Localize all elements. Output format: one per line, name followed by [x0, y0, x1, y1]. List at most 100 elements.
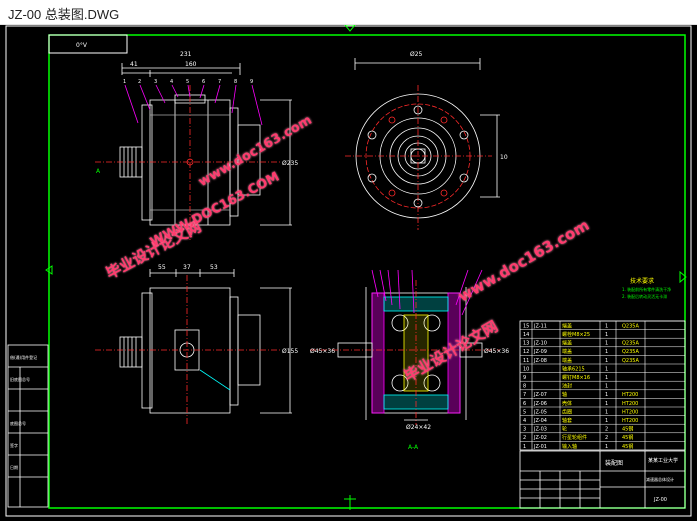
- inner-border: [48, 34, 686, 509]
- cad-drawing: 0°V 1234 56789 231 41 160 Ø235 A Ø25 10 …: [5, 25, 692, 517]
- drawing-canvas[interactable]: 0°V 1234 56789 231 41 160 Ø235 A Ø25 10 …: [0, 25, 697, 521]
- bom-cell: 1: [605, 358, 608, 364]
- svg-text:4: 4: [170, 79, 173, 85]
- dim-side: 10: [500, 154, 508, 161]
- bom-cell: 1: [605, 375, 608, 381]
- bom-cell: Q235A: [622, 341, 639, 347]
- dim-front-diameter: Ø25: [410, 51, 423, 58]
- notes-line-1: 1. 装配前所有零件清洗干净: [622, 286, 671, 292]
- bom-cell: 1: [605, 366, 608, 372]
- bom-cell: 轴套: [562, 417, 572, 424]
- bom-cell: 2: [523, 435, 526, 441]
- bom-cell: 45钢: [622, 434, 633, 441]
- bom-cell: 行星轮组件: [562, 434, 587, 441]
- title-block-code: JZ-00: [653, 497, 667, 503]
- bom-cell: 壳体: [562, 400, 572, 407]
- balloon-numbers-top: 1 2 3 4 5 6 7 8 9: [123, 79, 253, 85]
- bom-cell: JZ-08: [533, 358, 547, 364]
- bom-cell: 1: [605, 392, 608, 398]
- bom-cell: 45钢: [622, 426, 633, 433]
- bom-cell: 1: [605, 323, 608, 329]
- title-block-sub: 减速器总体设计: [646, 476, 674, 482]
- bom-cell: 12: [523, 349, 529, 355]
- notes-title: 技术要求: [630, 277, 654, 285]
- bom-cell: HT200: [622, 401, 638, 407]
- svg-text:7: 7: [218, 79, 221, 85]
- bom-cell: 13: [523, 341, 529, 347]
- title-block-name: 装配图: [605, 459, 623, 467]
- bom-cell: 轴: [562, 391, 567, 398]
- dim-lower-c: 53: [210, 264, 218, 271]
- bom-cell: HT200: [622, 418, 638, 424]
- bom-cell: 8: [523, 384, 526, 390]
- svg-text:1: 1: [123, 79, 126, 85]
- side-registration-block: [7, 344, 49, 508]
- dim-lower-diameter: Ø155: [282, 348, 298, 355]
- bom-cell: JZ-02: [533, 435, 547, 441]
- svg-text:6: 6: [202, 79, 205, 85]
- bom-cell: 齿圈: [562, 409, 572, 415]
- bom-cell: JZ-05: [533, 409, 547, 415]
- window-title: JZ-00 总装图.DWG: [8, 7, 120, 22]
- svg-text:9: 9: [250, 79, 253, 85]
- svg-text:借(通)用件登记: 借(通)用件登记: [10, 354, 37, 360]
- corner-label: 0°V: [76, 42, 88, 49]
- bom-cell: Q235A: [622, 358, 639, 364]
- bom-cell: 1: [605, 349, 608, 355]
- bom-table: 15 JZ-11 端盖 1 Q235A14 螺栓M8×25 113 JZ-10 端盖 1 Q235A…: [519, 320, 686, 451]
- side-view-bottom: [95, 269, 292, 425]
- bom-cell: HT200: [622, 409, 638, 415]
- bom-cell: Q235A: [622, 349, 639, 355]
- window-titlebar: JZ-00 总装图.DWG: [0, 0, 697, 25]
- bom-cell: 15: [523, 323, 529, 329]
- bom-cell: 1: [605, 401, 608, 407]
- section-view: [310, 280, 500, 425]
- view-arrow-a: A: [96, 168, 101, 175]
- bom-cell: JZ-04: [533, 418, 547, 424]
- svg-text:5: 5: [186, 79, 189, 85]
- dim-lower-a: 55: [158, 264, 166, 271]
- bom-cell: 端盖: [562, 357, 572, 364]
- bom-cell: 输入轴: [562, 443, 577, 450]
- svg-text:日期: 日期: [10, 464, 18, 470]
- bom-cell: 2: [605, 427, 608, 433]
- bom-cell: 1: [605, 418, 608, 424]
- side-registration-labels: 借(通)用件登记 旧底图总号 底图总号 签字 日期: [10, 354, 37, 470]
- bom-cell: 11: [523, 358, 529, 364]
- bom-cell: 9: [523, 375, 526, 381]
- bom-cell: JZ-03: [533, 427, 547, 433]
- bom-cell: 45钢: [622, 443, 633, 450]
- bom-cell: 端盖: [562, 340, 572, 347]
- bom-cell: 1: [605, 444, 608, 450]
- svg-text:8: 8: [234, 79, 237, 85]
- bom-cell: 4: [523, 418, 526, 424]
- dim-top-width: 231: [180, 51, 192, 58]
- bom-cell: 螺栓M8×25: [562, 331, 590, 338]
- dim-diameter-top: Ø235: [282, 160, 298, 167]
- svg-text:2: 2: [138, 79, 141, 85]
- dim-mid-width: 160: [185, 61, 197, 68]
- bom-cell: 5: [523, 409, 526, 415]
- bom-cell: 轴承6215: [562, 365, 585, 372]
- dim-lower-b: 37: [183, 264, 191, 271]
- section-label: A-A: [408, 444, 419, 451]
- svg-text:旧底图总号: 旧底图总号: [10, 376, 30, 382]
- bom-cell: 轮: [562, 426, 567, 433]
- bom-cell: 1: [605, 332, 608, 338]
- bom-cell: JZ-06: [533, 401, 547, 407]
- bom-cell: 1: [605, 384, 608, 390]
- bom-cell: 7: [523, 392, 526, 398]
- svg-text:3: 3: [154, 79, 157, 85]
- svg-text:签字: 签字: [10, 442, 18, 448]
- bom-cell: 端盖: [562, 348, 572, 355]
- bom-cell: 1: [605, 341, 608, 347]
- dim-shaft-left: Ø45×36: [310, 348, 335, 355]
- bom-cell: 1: [523, 444, 526, 450]
- bom-cell: 3: [523, 427, 526, 433]
- dim-left-offset: 41: [130, 61, 138, 68]
- bom-cell: 10: [523, 366, 529, 372]
- bom-cell: 1: [605, 409, 608, 415]
- bom-cell: 6: [523, 401, 526, 407]
- corner-label-box: [48, 34, 128, 54]
- bom-cell: JZ-01: [533, 444, 547, 450]
